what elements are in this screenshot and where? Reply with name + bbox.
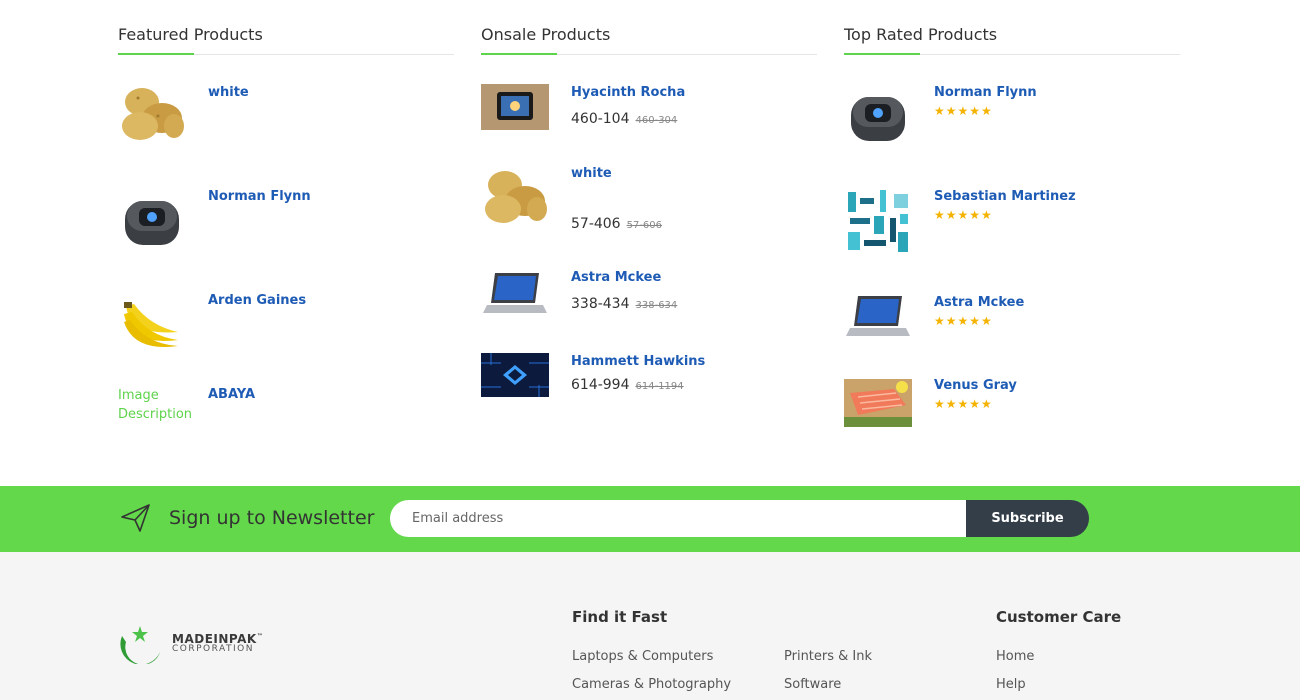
- current-price: 614-994: [571, 377, 630, 393]
- product-price: 57-406 57-606: [571, 216, 662, 232]
- product-image-speaker[interactable]: [118, 188, 186, 256]
- product-name[interactable]: Sebastian Martinez: [934, 189, 1076, 204]
- product-item[interactable]: Hyacinth Rocha 460-104 460-304: [481, 80, 817, 160]
- old-price: 338-634: [635, 300, 678, 311]
- product-item[interactable]: Venus Gray ★★★★★: [844, 373, 1180, 453]
- product-item[interactable]: white 57-406 57-606: [481, 161, 817, 241]
- old-price: 460-304: [635, 115, 678, 126]
- product-name[interactable]: Astra Mckee: [934, 295, 1024, 310]
- rating-stars: ★★★★★: [934, 397, 993, 411]
- current-price: 57-406: [571, 216, 621, 232]
- product-item[interactable]: Sebastian Martinez ★★★★★: [844, 184, 1180, 264]
- onsale-products-column: Onsale Products Hyacinth Rocha 460-104 46…: [481, 24, 817, 397]
- current-price: 460-104: [571, 111, 630, 127]
- image-alt-text: Image Description: [118, 388, 193, 422]
- product-image-laptop[interactable]: [844, 292, 912, 342]
- find-it-fast-heading: Find it Fast: [572, 608, 668, 626]
- product-item[interactable]: Arden Gaines: [118, 288, 454, 368]
- subscribe-button[interactable]: Subscribe: [966, 500, 1089, 537]
- rating-stars: ★★★★★: [934, 314, 993, 328]
- newsletter-title: Sign up to Newsletter: [169, 507, 375, 529]
- product-image-tablet-dock[interactable]: [481, 84, 549, 130]
- product-image-bananas[interactable]: [118, 292, 186, 360]
- footer-link[interactable]: Cameras & Photography: [572, 677, 731, 692]
- product-image-circuit-chip[interactable]: [481, 353, 549, 397]
- logo-subtitle: CORPORATION: [172, 644, 254, 654]
- product-item[interactable]: Image Description ABAYA: [118, 382, 454, 462]
- product-image-broken[interactable]: Image Description: [118, 386, 198, 454]
- footer-link[interactable]: Help: [996, 677, 1026, 692]
- product-image-laptop[interactable]: [481, 269, 549, 319]
- product-item[interactable]: Norman Flynn: [118, 184, 454, 264]
- product-name[interactable]: Norman Flynn: [934, 85, 1037, 100]
- product-image-speaker[interactable]: [844, 84, 912, 152]
- product-name[interactable]: Astra Mckee: [571, 270, 661, 285]
- product-name[interactable]: white: [208, 85, 249, 100]
- footer-link[interactable]: Software: [784, 677, 841, 692]
- product-image-potatoes[interactable]: [481, 163, 549, 231]
- old-price: 57-606: [626, 220, 663, 231]
- product-name[interactable]: ABAYA: [208, 387, 255, 402]
- product-name[interactable]: Hammett Hawkins: [571, 354, 705, 369]
- product-name[interactable]: Arden Gaines: [208, 293, 306, 308]
- product-item[interactable]: Astra Mckee ★★★★★: [844, 290, 1180, 370]
- newsletter-form: Subscribe: [390, 500, 1089, 537]
- products-section: Featured Products white Norman Flynn Ard…: [0, 0, 1300, 486]
- product-name[interactable]: Norman Flynn: [208, 189, 311, 204]
- paper-plane-icon: [121, 504, 150, 532]
- onsale-products-title: Onsale Products: [481, 24, 817, 55]
- top-rated-products-title: Top Rated Products: [844, 24, 1180, 55]
- current-price: 338-434: [571, 296, 630, 312]
- product-image-tools-pattern[interactable]: [844, 188, 912, 256]
- product-price: 614-994 614-1194: [571, 377, 684, 393]
- product-price: 338-434 338-634: [571, 296, 677, 312]
- email-input[interactable]: [390, 500, 980, 537]
- top-rated-products-column: Top Rated Products Norman Flynn ★★★★★ Se…: [844, 24, 1180, 427]
- product-item[interactable]: Astra Mckee 338-434 338-634: [481, 265, 817, 345]
- product-image-salmon[interactable]: [844, 379, 912, 427]
- product-item[interactable]: white: [118, 80, 454, 160]
- newsletter-bar: Sign up to Newsletter Subscribe: [0, 486, 1300, 552]
- product-item[interactable]: Norman Flynn ★★★★★: [844, 80, 1180, 160]
- customer-care-heading: Customer Care: [996, 608, 1122, 626]
- product-name[interactable]: Hyacinth Rocha: [571, 85, 685, 100]
- footer-link[interactable]: Laptops & Computers: [572, 649, 713, 664]
- featured-products-column: Featured Products white Norman Flynn Ard…: [118, 24, 454, 422]
- footer: MADEINPAK™ CORPORATION Find it Fast Lapt…: [0, 552, 1300, 700]
- old-price: 614-1194: [635, 381, 684, 392]
- rating-stars: ★★★★★: [934, 208, 993, 222]
- product-price: 460-104 460-304: [571, 111, 677, 127]
- product-name[interactable]: white: [571, 166, 612, 181]
- featured-products-title: Featured Products: [118, 24, 454, 55]
- product-name[interactable]: Venus Gray: [934, 378, 1017, 393]
- footer-link[interactable]: Printers & Ink: [784, 649, 872, 664]
- rating-stars: ★★★★★: [934, 104, 993, 118]
- product-item[interactable]: Hammett Hawkins 614-994 614-1194: [481, 349, 817, 429]
- footer-link[interactable]: Home: [996, 649, 1034, 664]
- site-logo[interactable]: MADEINPAK™ CORPORATION: [118, 624, 268, 668]
- product-image-potatoes[interactable]: [118, 80, 186, 148]
- crescent-star-icon: [120, 626, 160, 664]
